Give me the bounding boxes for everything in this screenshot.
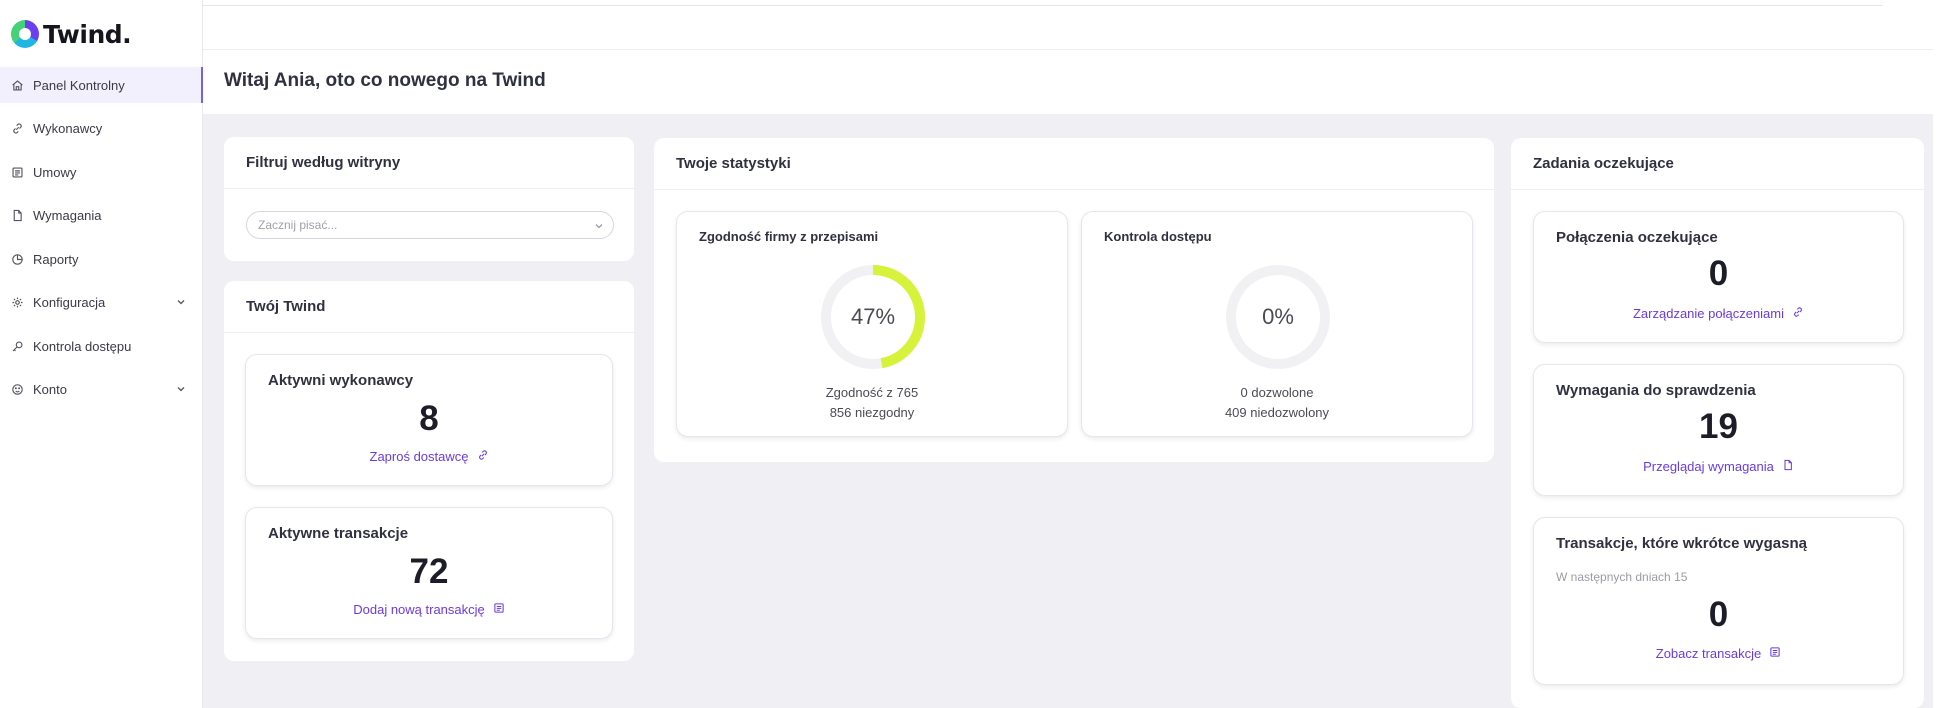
link-icon [1792, 306, 1804, 321]
top-bar [203, 0, 1933, 50]
link-icon [477, 449, 489, 464]
sidebar-item-wymagania[interactable]: Wymagania [0, 198, 203, 234]
user-circle-icon [9, 382, 25, 398]
active-contractors-card: Aktywni wykonawcy 8 Zaproś dostawcę [245, 354, 613, 486]
sidebar-item-wykonawcy[interactable]: Wykonawcy [0, 111, 203, 147]
requirements-review-card: Wymagania do sprawdzenia 19 Przeglądaj w… [1533, 364, 1904, 496]
site-filter-placeholder: Zacznij pisać... [258, 218, 338, 232]
compliance-donut: 47% [818, 262, 928, 372]
document-list-icon [493, 602, 505, 617]
sidebar-item-label: Raporty [33, 251, 79, 267]
logo-text: Twind. [43, 19, 132, 49]
compliance-percent: 47% [850, 304, 896, 329]
link-label: Zobacz transakcje [1655, 646, 1762, 661]
your-twind-title: Twój Twind [224, 281, 634, 333]
twind-logo-icon [11, 20, 39, 48]
compliance-card: Zgodność firmy z przepisami 47% Zgodność… [676, 211, 1068, 437]
sidebar-item-panel-kontrolny[interactable]: Panel Kontrolny [0, 67, 203, 103]
your-twind-card: Twój Twind Aktywni wykonawcy 8 Zaproś do… [224, 281, 634, 661]
invite-supplier-link[interactable]: Zaproś dostawcę [246, 449, 612, 464]
document-list-icon [1769, 646, 1781, 661]
site-filter-select[interactable]: Zacznij pisać... [246, 211, 614, 239]
chevron-down-icon [593, 220, 605, 232]
stat-title: Połączenia oczekujące [1556, 229, 1718, 246]
chart-pie-icon [9, 251, 25, 267]
link-label: Zarządzanie połączeniami [1632, 306, 1785, 321]
document-list-icon [9, 164, 25, 180]
link-label: Dodaj nową transakcję [353, 602, 485, 617]
compliance-title: Zgodność firmy z przepisami [699, 229, 879, 244]
stat-value: 19 [1699, 407, 1738, 446]
compliance-line-1: Zgodność z 765 [825, 385, 919, 400]
manage-connections-link[interactable]: Zarządzanie połączeniami [1534, 306, 1903, 321]
sidebar-item-konfiguracja[interactable]: Konfiguracja [0, 285, 203, 321]
your-stats-title: Twoje statystyki [654, 138, 1494, 190]
sidebar-item-label: Umowy [33, 164, 77, 180]
page-title: Witaj Ania, oto co nowego na Twind [224, 70, 546, 91]
pending-tasks-card: Zadania oczekujące Połączenia oczekujące… [1511, 138, 1924, 708]
chevron-down-icon [175, 296, 187, 308]
sidebar: Twind. Panel Kontrolny Wykonawcy Umowy W… [0, 0, 203, 708]
view-transactions-link[interactable]: Zobacz transakcje [1534, 646, 1903, 661]
stat-title: Aktywne transakcje [268, 525, 409, 542]
gear-icon [9, 295, 25, 311]
sidebar-item-raporty[interactable]: Raporty [0, 241, 203, 277]
link-icon [9, 121, 25, 137]
access-percent: 0% [1262, 304, 1294, 329]
sidebar-item-label: Wymagania [33, 208, 102, 223]
compliance-caption: Zgodność z 765 856 niezgodny [677, 383, 1067, 423]
stat-title: Transakcje, które wkrótce wygasną [1556, 535, 1807, 552]
sidebar-item-label: Konto [33, 382, 67, 397]
filter-card: Filtruj według witryny Zacznij pisać... [224, 137, 634, 261]
access-title: Kontrola dostępu [1104, 229, 1212, 244]
your-stats-card: Twoje statystyki Zgodność firmy z przepi… [654, 138, 1494, 462]
sidebar-item-label: Kontrola dostępu [33, 338, 132, 354]
expiring-transactions-card: Transakcje, które wkrótce wygasną W nast… [1533, 517, 1904, 685]
pending-connections-card: Połączenia oczekujące 0 Zarządzanie połą… [1533, 211, 1904, 343]
stat-value: 72 [409, 552, 449, 591]
sidebar-item-umowy[interactable]: Umowy [0, 154, 203, 190]
home-icon [9, 77, 25, 93]
stat-value: 8 [419, 399, 439, 438]
sidebar-item-label: Panel Kontrolny [33, 77, 125, 93]
link-label: Przeglądaj wymagania [1643, 459, 1774, 474]
stat-value: 0 [1708, 595, 1729, 634]
link-label: Zaproś dostawcę [369, 449, 469, 464]
pending-tasks-title: Zadania oczekujące [1511, 138, 1924, 190]
stat-subtitle: W następnych dniach 15 [1556, 570, 1688, 584]
key-icon [9, 338, 25, 354]
sidebar-item-label: Wykonawcy [33, 121, 103, 136]
add-transaction-link[interactable]: Dodaj nową transakcję [246, 602, 612, 617]
sidebar-nav: Panel Kontrolny Wykonawcy Umowy Wymagani… [0, 67, 203, 415]
sidebar-item-kontrola-dostepu[interactable]: Kontrola dostępu [0, 328, 203, 364]
file-icon [1782, 459, 1794, 474]
stat-title: Wymagania do sprawdzenia [1556, 382, 1756, 399]
stat-value: 0 [1708, 254, 1729, 293]
logo[interactable]: Twind. [11, 18, 132, 50]
compliance-line-2: 856 niezgodny [829, 405, 915, 420]
access-line-2: 409 niedozwolony [1224, 405, 1330, 420]
access-line-1: 0 dozwolone [1240, 385, 1314, 400]
access-control-card: Kontrola dostępu 0% 0 dozwolone 409 nied… [1081, 211, 1473, 437]
active-transactions-card: Aktywne transakcje 72 Dodaj nową transak… [245, 507, 613, 639]
access-caption: 0 dozwolone 409 niedozwolony [1082, 383, 1472, 423]
sidebar-item-konto[interactable]: Konto [0, 372, 203, 408]
file-icon [9, 208, 25, 224]
filter-title: Filtruj według witryny [224, 137, 634, 189]
browse-requirements-link[interactable]: Przeglądaj wymagania [1534, 459, 1903, 474]
access-donut: 0% [1223, 262, 1333, 372]
stat-title: Aktywni wykonawcy [268, 372, 414, 389]
chevron-down-icon [175, 383, 187, 395]
sidebar-item-label: Konfiguracja [33, 295, 106, 310]
